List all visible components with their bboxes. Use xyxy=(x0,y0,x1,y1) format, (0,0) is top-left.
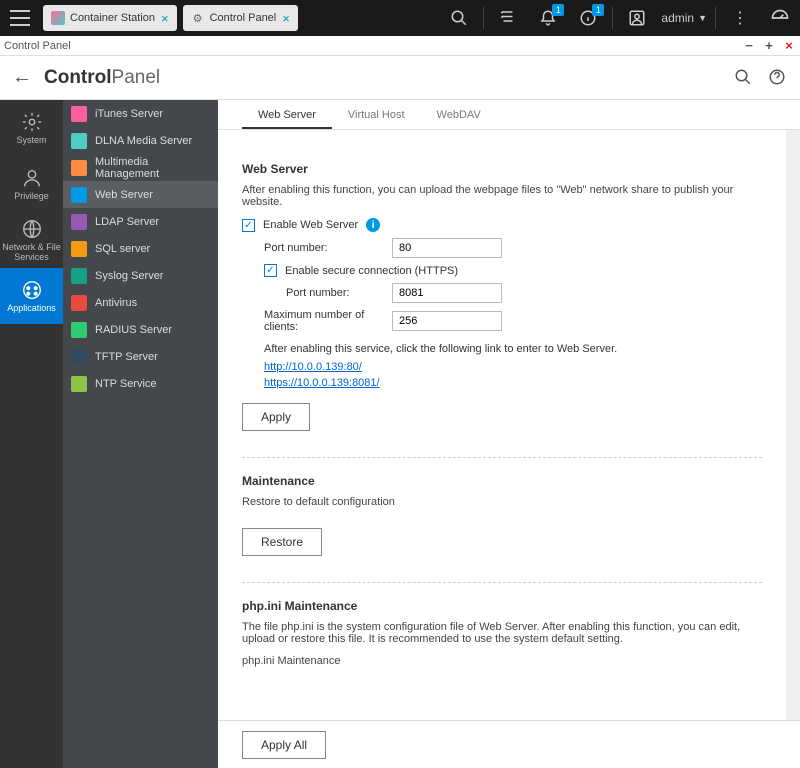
section-title-phpini: php.ini Maintenance xyxy=(242,599,762,613)
tab-label: Container Station xyxy=(70,12,155,24)
port-input[interactable] xyxy=(392,238,502,258)
restore-button[interactable]: Restore xyxy=(242,528,322,556)
container-icon xyxy=(51,11,65,25)
sidebar-item-antivirus[interactable]: Antivirus xyxy=(63,289,218,316)
nav-rail: System Privilege Network & File Services… xyxy=(0,100,63,768)
globe-icon xyxy=(71,187,87,203)
apply-all-button[interactable]: Apply All xyxy=(242,731,326,759)
itunes-icon xyxy=(71,106,87,122)
more-icon[interactable]: ⋮ xyxy=(720,0,760,36)
gear-icon: ⚙ xyxy=(191,11,205,25)
sidebar-item-ntp[interactable]: NTP Service xyxy=(63,370,218,397)
maxclients-input[interactable] xyxy=(392,311,502,331)
rail-privilege[interactable]: Privilege xyxy=(0,156,63,212)
tab-virtual-host[interactable]: Virtual Host xyxy=(332,103,421,129)
ntp-icon xyxy=(71,376,87,392)
sidebar-item-itunes[interactable]: iTunes Server xyxy=(63,100,218,127)
back-arrow-icon[interactable]: ← xyxy=(12,66,32,89)
dashboard-icon[interactable] xyxy=(760,0,800,36)
ldap-icon xyxy=(71,214,87,230)
maximize-button[interactable]: + xyxy=(762,39,776,53)
info-icon[interactable]: i xyxy=(366,218,380,232)
section-title-maintenance: Maintenance xyxy=(242,474,762,488)
sidebar-item-tftp[interactable]: TFTP Server xyxy=(63,343,218,370)
maxclients-label: Maximum number of clients: xyxy=(264,309,392,333)
multimedia-icon xyxy=(71,160,87,176)
page-title-bold: Control xyxy=(44,67,112,89)
sql-icon xyxy=(71,241,87,257)
user-icon[interactable] xyxy=(617,0,657,36)
section-title-webserver: Web Server xyxy=(242,162,762,176)
phpini-sub: php.ini Maintenance xyxy=(242,655,762,667)
search-icon[interactable] xyxy=(734,68,754,88)
sidebar-item-radius[interactable]: RADIUS Server xyxy=(63,316,218,343)
rail-network[interactable]: Network & File Services xyxy=(0,212,63,268)
apply-button[interactable]: Apply xyxy=(242,403,310,431)
settings-scroll[interactable]: Web Server After enabling this function,… xyxy=(218,130,786,768)
port-label: Port number: xyxy=(264,242,392,254)
notification-icon[interactable]: 1 xyxy=(528,0,568,36)
https-label: Enable secure connection (HTTPS) xyxy=(285,265,458,277)
tab-control-panel[interactable]: ⚙ Control Panel × xyxy=(183,5,298,31)
divider xyxy=(242,582,762,583)
minimize-button[interactable]: − xyxy=(742,39,756,53)
rail-applications[interactable]: Applications xyxy=(0,268,63,324)
help-icon[interactable] xyxy=(768,68,788,88)
radius-icon xyxy=(71,322,87,338)
page-title-light: Panel xyxy=(112,67,161,89)
tab-webdav[interactable]: WebDAV xyxy=(421,103,497,129)
https-port-label: Port number: xyxy=(286,287,392,299)
close-icon[interactable]: × xyxy=(161,11,169,26)
side-menu: iTunes Server DLNA Media Server Multimed… xyxy=(63,100,218,768)
antivirus-icon xyxy=(71,295,87,311)
hamburger-menu[interactable] xyxy=(0,0,40,36)
search-icon[interactable] xyxy=(439,0,479,36)
info-icon[interactable]: 1 xyxy=(568,0,608,36)
syslog-icon xyxy=(71,268,87,284)
tab-web-server[interactable]: Web Server xyxy=(242,103,332,129)
after-enable-desc: After enabling this service, click the f… xyxy=(264,343,617,355)
content-area: Web Server Virtual Host WebDAV Web Serve… xyxy=(218,100,800,768)
divider xyxy=(242,457,762,458)
rail-system[interactable]: System xyxy=(0,100,63,156)
enable-webserver-label: Enable Web Server xyxy=(263,219,358,231)
content-tabs: Web Server Virtual Host WebDAV xyxy=(218,100,800,130)
sidebar-item-dlna[interactable]: DLNA Media Server xyxy=(63,127,218,154)
top-bar: Container Station × ⚙ Control Panel × 1 … xyxy=(0,0,800,36)
panel-header: ← ControlPanel xyxy=(0,56,800,100)
tasks-icon[interactable] xyxy=(488,0,528,36)
https-port-input[interactable] xyxy=(392,283,502,303)
tab-container-station[interactable]: Container Station × xyxy=(43,5,177,31)
sidebar-item-ldap[interactable]: LDAP Server xyxy=(63,208,218,235)
close-button[interactable]: × xyxy=(782,39,796,53)
sidebar-item-webserver[interactable]: Web Server xyxy=(63,181,218,208)
window-title: Control Panel xyxy=(4,40,71,52)
http-link[interactable]: http://10.0.0.139:80/ xyxy=(264,361,762,373)
enable-https-checkbox[interactable]: ✓ xyxy=(264,264,277,277)
phpini-desc: The file php.ini is the system configura… xyxy=(242,621,762,645)
admin-menu[interactable]: admin▼ xyxy=(661,11,707,25)
dlna-icon xyxy=(71,133,87,149)
close-icon[interactable]: × xyxy=(282,11,290,26)
sidebar-item-syslog[interactable]: Syslog Server xyxy=(63,262,218,289)
window-title-bar: Control Panel − + × xyxy=(0,36,800,56)
https-link[interactable]: https://10.0.0.139:8081/ xyxy=(264,377,762,389)
badge: 1 xyxy=(592,4,604,16)
webserver-desc: After enabling this function, you can up… xyxy=(242,184,762,208)
sidebar-item-sql[interactable]: SQL server xyxy=(63,235,218,262)
scrollbar[interactable] xyxy=(786,130,800,768)
maintenance-desc: Restore to default configuration xyxy=(242,496,762,508)
enable-webserver-checkbox[interactable]: ✓ xyxy=(242,219,255,232)
tftp-icon xyxy=(71,349,87,365)
footer-bar: Apply All xyxy=(218,720,800,768)
badge: 1 xyxy=(552,4,564,16)
tab-label: Control Panel xyxy=(210,12,277,24)
sidebar-item-multimedia[interactable]: Multimedia Management xyxy=(63,154,218,181)
